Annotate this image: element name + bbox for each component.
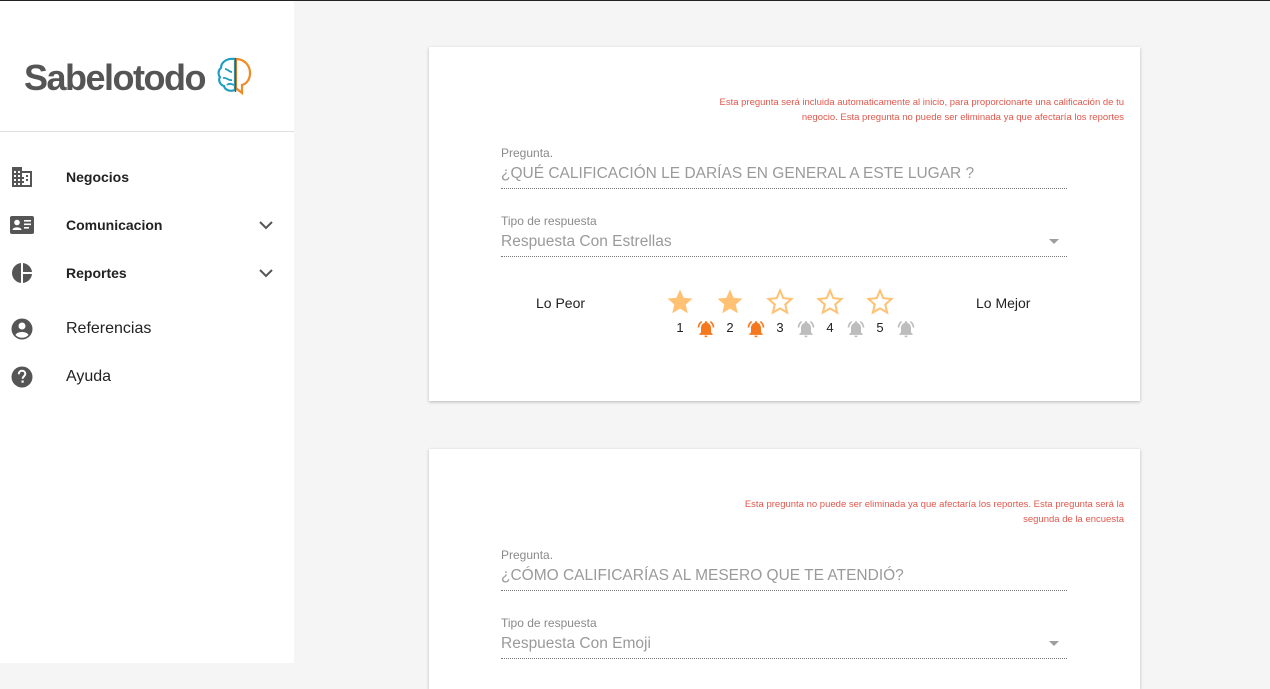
logo: Sabelotodo xyxy=(24,53,255,103)
response-type-select[interactable]: Respuesta Con Estrellas xyxy=(501,233,672,251)
scale-worst-label: Lo Peor xyxy=(536,295,586,311)
sidebar-item-negocios[interactable]: Negocios xyxy=(0,153,294,201)
question-input[interactable]: ¿CÓMO CALIFICARÍAS AL MESERO QUE TE ATEN… xyxy=(501,567,904,585)
brain-logo-icon xyxy=(215,55,255,102)
star-filled-icon[interactable] xyxy=(665,287,695,317)
scale-number: 2 xyxy=(726,320,734,335)
question-card-2: Esta pregunta no puede ser eliminada ya … xyxy=(429,449,1140,689)
scale-number: 1 xyxy=(676,320,684,335)
response-type-underline xyxy=(501,256,1067,257)
question-card-1: Esta pregunta será incluida automaticame… xyxy=(429,47,1140,401)
bell-inactive-icon[interactable] xyxy=(896,319,916,339)
question-underline xyxy=(501,188,1067,189)
bell-inactive-icon[interactable] xyxy=(796,319,816,339)
bell-active-icon[interactable] xyxy=(696,319,716,339)
response-type-label: Tipo de respuesta xyxy=(501,214,597,228)
star-outline-icon[interactable] xyxy=(865,287,895,317)
response-type-select[interactable]: Respuesta Con Emoji xyxy=(501,635,651,653)
question-input[interactable]: ¿QUÉ CALIFICACIÓN LE DARÍAS EN GENERAL A… xyxy=(501,165,974,183)
scale-number: 4 xyxy=(826,320,834,335)
star-filled-icon[interactable] xyxy=(715,287,745,317)
question-label: Pregunta. xyxy=(501,146,554,160)
contact-mail-icon xyxy=(10,213,34,237)
card-note: Esta pregunta será incluida automaticame… xyxy=(719,97,1124,123)
scale-number: 3 xyxy=(776,320,784,335)
sidebar-item-label: Referencias xyxy=(66,320,152,337)
sidebar-item-label: Comunicacion xyxy=(66,217,163,233)
chevron-down-icon[interactable] xyxy=(256,263,276,283)
brand-name: Sabelotodo xyxy=(24,57,207,98)
account-circle-icon xyxy=(10,317,34,341)
sidebar-item-ayuda[interactable]: Ayuda xyxy=(0,353,294,401)
dropdown-arrow-icon[interactable] xyxy=(1049,239,1059,244)
chevron-down-icon[interactable] xyxy=(256,215,276,235)
sidebar: Sabelotodo Negocios Comunicacion Reporte… xyxy=(0,1,294,663)
scale-best-label: Lo Mejor xyxy=(976,295,1031,311)
sidebar-item-referencias[interactable]: Referencias xyxy=(0,305,294,353)
response-type-label: Tipo de respuesta xyxy=(501,616,597,630)
bell-active-icon[interactable] xyxy=(746,319,766,339)
sidebar-divider xyxy=(0,131,294,132)
sidebar-item-label: Reportes xyxy=(66,265,127,281)
sidebar-item-reportes[interactable]: Reportes xyxy=(0,249,294,297)
star-outline-icon[interactable] xyxy=(815,287,845,317)
question-underline xyxy=(501,590,1067,591)
response-type-underline xyxy=(501,658,1067,659)
sidebar-item-label: Negocios xyxy=(66,169,130,185)
scale-number: 5 xyxy=(876,320,884,335)
bell-inactive-icon[interactable] xyxy=(846,319,866,339)
sidebar-item-label: Ayuda xyxy=(66,368,112,385)
star-outline-icon[interactable] xyxy=(765,287,795,317)
question-label: Pregunta. xyxy=(501,548,554,562)
dropdown-arrow-icon[interactable] xyxy=(1049,641,1059,646)
card-note: Esta pregunta no puede ser eliminada ya … xyxy=(744,499,1124,525)
pie-chart-icon xyxy=(10,261,34,285)
business-icon xyxy=(10,165,34,189)
sidebar-item-comunicacion[interactable]: Comunicacion xyxy=(0,201,294,249)
help-icon xyxy=(10,365,34,389)
